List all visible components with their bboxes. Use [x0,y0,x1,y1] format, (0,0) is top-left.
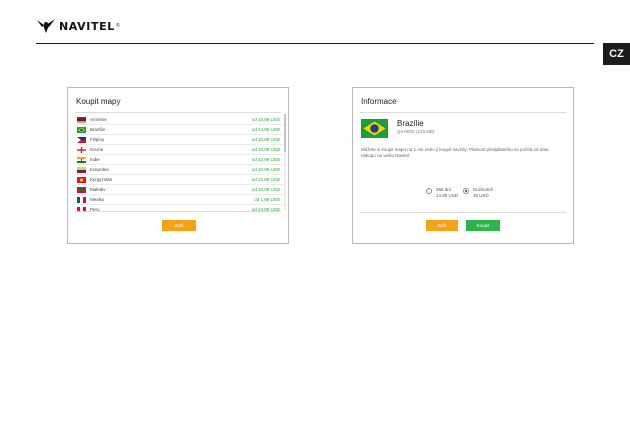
country-price: od 12,99 USD [251,177,280,182]
radio-button[interactable] [426,188,432,194]
mexico-flag-icon [77,196,86,203]
map-version: Q4 MOD (120 MB) [397,129,435,134]
option-1-year[interactable]: 365 dní 14,99 USD [426,187,458,199]
buy-maps-title: Koupit mapy [76,97,121,106]
country-name: Gruzie [90,147,104,152]
brazil-flag-icon [77,126,86,133]
country-name: Malediv [90,187,106,192]
header-divider [36,43,594,44]
country-price: od 22,99 USD [251,157,280,162]
country-row[interactable]: Kolumbie od 10,99 USD [76,165,284,175]
registered-mark: ® [115,23,120,29]
info-divider [360,212,566,213]
country-price: od 10,99 USD [251,167,280,172]
buy-maps-screen: Koupit mapy Arménie od 10,99 USD Brazílie o… [67,87,289,244]
country-row[interactable]: Gruzie od 10,99 USD [76,145,284,155]
country-price: od 1,99 USD [254,197,280,202]
kyrgyzstan-flag-icon [77,176,86,183]
maldives-flag-icon [77,186,86,193]
country-list[interactable]: Arménie od 10,99 USD Brazílie od 14,99 USD F… [76,115,284,211]
country-name: Kyrgyzstán [90,177,113,182]
country-list-scrollbar[interactable] [284,114,286,210]
country-price: od 10,99 USD [251,147,280,152]
country-price: od 10,99 USD [251,137,280,142]
option-price: 30 USD [473,193,489,198]
option-price: 14,99 USD [436,193,459,198]
navitel-bird-icon [37,19,55,33]
radio-button-selected[interactable] [463,188,469,194]
country-name: Brazílie [90,127,106,132]
back-button[interactable]: Zpět [162,220,196,231]
country-name: Arménie [90,117,107,122]
country-name: Filipíny [90,137,105,142]
brazil-flag-icon [361,119,388,138]
country-row[interactable]: Arménie od 10,99 USD [76,115,284,125]
country-price: od 10,99 USD [251,187,280,192]
country-price: od 10,99 USD [251,117,280,122]
buy-button[interactable]: Koupit [466,220,500,231]
country-row[interactable]: Kyrgyzstán od 12,99 USD [76,175,284,185]
option-lifetime[interactable]: Doživotně 30 USD [463,187,493,199]
country-name: Indie [90,157,100,162]
navitel-logo: NAVITEL ® [36,14,120,38]
back-button[interactable]: Zpět [426,220,458,231]
country-row[interactable]: Malediv od 10,99 USD [76,185,284,195]
philippines-flag-icon [77,136,86,143]
country-row[interactable]: Mexiko od 1,99 USD [76,195,284,205]
colombia-flag-icon [77,166,86,173]
country-name: Mexiko [90,197,105,202]
scrollbar-thumb[interactable] [284,114,286,152]
country-name: Brazílie [397,119,424,128]
georgia-flag-icon [77,146,86,153]
country-price: od 14,99 USD [251,127,280,132]
country-name: Kolumbie [90,167,109,172]
title-divider [75,112,281,113]
info-title: Informace [361,97,397,106]
country-row[interactable]: Filipíny od 10,99 USD [76,135,284,145]
india-flag-icon [77,156,86,163]
subscription-description: Můžete si koupit mapu na 1 rok nebo ji k… [361,147,549,158]
armenia-flag-icon [77,116,86,123]
map-info-screen: Informace Brazílie Q4 MOD (120 MB) Můžet… [352,87,574,244]
country-row[interactable]: Brazílie od 14,99 USD [76,125,284,135]
country-row[interactable]: Indie od 22,99 USD [76,155,284,165]
title-divider [360,112,566,113]
brand-name: NAVITEL [59,19,115,33]
language-tab: CZ [603,43,630,65]
list-divider [75,211,281,212]
